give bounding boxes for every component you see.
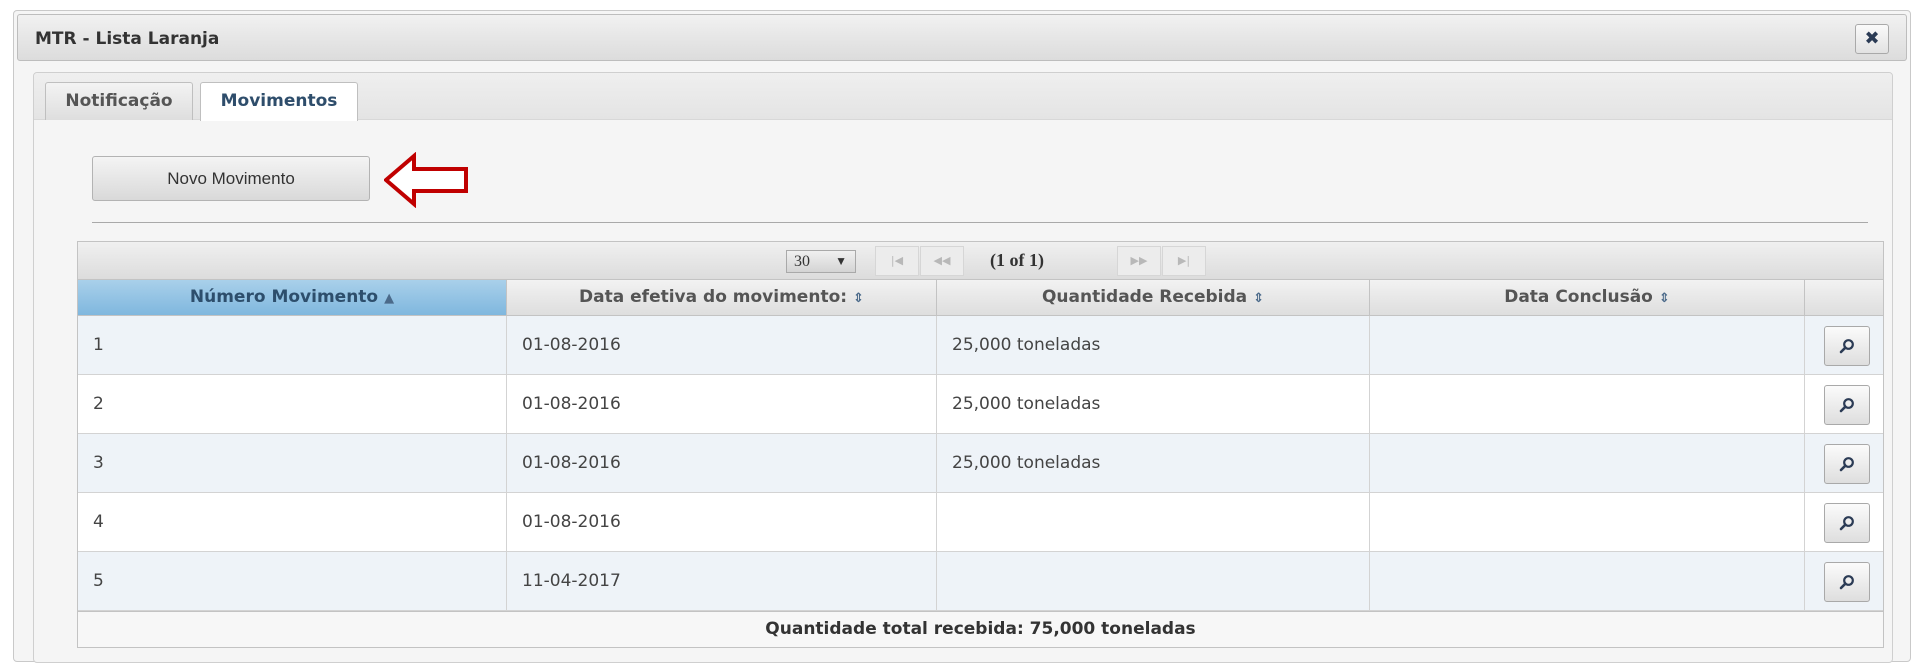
column-header-actions — [1805, 280, 1883, 316]
page-report: (1 of 1) — [990, 250, 1044, 270]
magnifier-icon — [1839, 398, 1854, 413]
column-header-label: Quantidade Recebida — [1041, 287, 1248, 307]
cell-quantidade: 25,000 toneladas — [937, 375, 1370, 434]
cell-data: 01-08-2016 — [507, 316, 937, 375]
separator — [92, 222, 1868, 223]
cell-conclusao — [1370, 434, 1805, 493]
column-header-data-conclusao[interactable]: Data Conclusão ⇕ — [1370, 280, 1805, 316]
column-header-label: Número Movimento — [189, 287, 379, 307]
movimentos-table: 30 ▼ |◀ ◀◀ (1 of 1) ▶▶ ▶| Número Movimen… — [77, 241, 1884, 648]
dialog: MTR - Lista Laranja ✖ Notificação Movime… — [13, 10, 1911, 663]
column-header-numero[interactable]: Número Movimento ▲ — [78, 280, 507, 316]
cell-actions — [1805, 316, 1883, 375]
cell-numero: 2 — [78, 375, 507, 434]
last-page-button[interactable]: ▶| — [1162, 246, 1206, 276]
cell-actions — [1805, 434, 1883, 493]
close-button[interactable]: ✖ — [1855, 24, 1889, 54]
view-button[interactable] — [1824, 326, 1870, 366]
close-icon: ✖ — [1864, 28, 1880, 49]
sort-asc-icon: ▲ — [384, 291, 395, 306]
rows-per-page-select[interactable]: 30 ▼ — [786, 250, 856, 273]
magnifier-icon — [1839, 575, 1854, 590]
next-page-button[interactable]: ▶▶ — [1117, 246, 1161, 276]
cell-quantidade: 25,000 toneladas — [937, 316, 1370, 375]
magnifier-icon — [1839, 516, 1854, 531]
cell-actions — [1805, 375, 1883, 434]
dialog-title: MTR - Lista Laranja — [35, 29, 220, 49]
view-button[interactable] — [1824, 444, 1870, 484]
table-header: Número Movimento ▲ Data efetiva do movime… — [78, 280, 1883, 316]
cell-quantidade — [937, 493, 1370, 552]
next-page-icon: ▶▶ — [1130, 254, 1148, 267]
cell-data: 01-08-2016 — [507, 375, 937, 434]
sort-icon: ⇕ — [853, 291, 864, 306]
cell-conclusao — [1370, 552, 1805, 611]
sort-icon: ⇕ — [1658, 291, 1670, 306]
cell-conclusao — [1370, 493, 1805, 552]
table-footer: Quantidade total recebida: 75,000 tonela… — [78, 611, 1883, 647]
cell-numero: 3 — [78, 434, 507, 493]
magnifier-icon — [1839, 457, 1854, 472]
cell-actions — [1805, 552, 1883, 611]
cell-data: 01-08-2016 — [507, 493, 937, 552]
tab-nav: Notificação Movimentos — [34, 73, 1892, 121]
rows-per-page-value: 30 — [794, 253, 810, 270]
chevron-down-icon: ▼ — [835, 254, 847, 268]
column-header-quantidade[interactable]: Quantidade Recebida ⇕ — [937, 280, 1370, 316]
view-button[interactable] — [1824, 385, 1870, 425]
cell-actions — [1805, 493, 1883, 552]
novo-movimento-button[interactable]: Novo Movimento — [92, 156, 370, 201]
view-button[interactable] — [1824, 562, 1870, 602]
cell-data: 01-08-2016 — [507, 434, 937, 493]
sort-icon: ⇕ — [1253, 291, 1265, 306]
arrow-left-outline-icon — [384, 152, 468, 208]
cell-quantidade — [937, 552, 1370, 611]
cell-data: 11-04-2017 — [507, 552, 937, 611]
first-page-icon: |◀ — [890, 254, 904, 267]
prev-page-button[interactable]: ◀◀ — [920, 246, 964, 276]
column-header-data-efetiva[interactable]: Data efetiva do movimento: ⇕ — [507, 280, 937, 316]
view-button[interactable] — [1824, 503, 1870, 543]
table-row: 4 01-08-2016 — [78, 493, 1883, 552]
cell-numero: 1 — [78, 316, 507, 375]
paginator: 30 ▼ |◀ ◀◀ (1 of 1) ▶▶ ▶| — [78, 242, 1883, 280]
table-row: 3 01-08-2016 25,000 toneladas — [78, 434, 1883, 493]
cell-numero: 4 — [78, 493, 507, 552]
table-row: 5 11-04-2017 — [78, 552, 1883, 611]
column-header-label: Data efetiva do movimento: — [579, 287, 848, 307]
table-row: 2 01-08-2016 25,000 toneladas — [78, 375, 1883, 434]
cell-quantidade: 25,000 toneladas — [937, 434, 1370, 493]
prev-page-icon: ◀◀ — [933, 254, 951, 267]
magnifier-icon — [1839, 339, 1854, 354]
column-header-label: Data Conclusão — [1504, 287, 1653, 307]
first-page-button[interactable]: |◀ — [875, 246, 919, 276]
cell-numero: 5 — [78, 552, 507, 611]
cell-conclusao — [1370, 375, 1805, 434]
dialog-titlebar: MTR - Lista Laranja ✖ — [17, 14, 1907, 61]
cell-conclusao — [1370, 316, 1805, 375]
tab-movimentos[interactable]: Movimentos — [200, 82, 358, 121]
table-row: 1 01-08-2016 25,000 toneladas — [78, 316, 1883, 375]
tab-notificacao[interactable]: Notificação — [45, 82, 193, 120]
last-page-icon: ▶| — [1177, 254, 1191, 267]
